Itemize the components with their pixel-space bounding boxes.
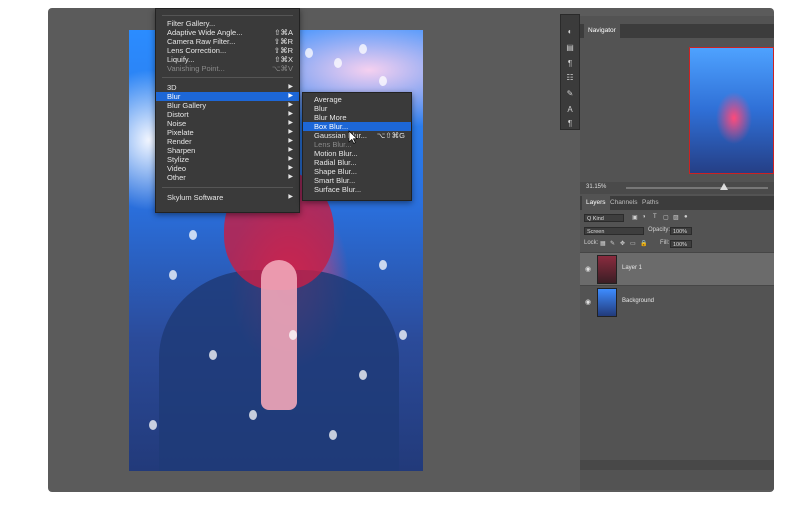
menu-item-video[interactable]: Video ▶ — [156, 164, 299, 173]
opacity-label: Opacity: — [648, 227, 671, 233]
submenu-arrow-icon: ▶ — [288, 156, 293, 162]
paragraph-settings-icon[interactable]: ¶ — [565, 119, 575, 128]
submenu-arrow-icon: ▶ — [288, 129, 293, 135]
lock-brush-icon[interactable]: ✎ — [610, 240, 615, 247]
submenu-arrow-icon: ▶ — [288, 147, 293, 153]
lock-move-icon[interactable]: ✥ — [620, 240, 625, 247]
filter-shape-icon[interactable]: ▢ — [663, 214, 669, 221]
brush-settings-icon[interactable]: ✎ — [565, 89, 575, 98]
submenu-arrow-icon: ▶ — [288, 120, 293, 126]
menu-item-render[interactable]: Render ▶ — [156, 137, 299, 146]
submenu-arrow-icon: ▶ — [288, 111, 293, 117]
menu-item-lens-correction[interactable]: Lens Correction... ⇧⌘R — [156, 46, 299, 55]
menu-item-liquify[interactable]: Liquify... ⇧⌘X — [156, 55, 299, 64]
tab-paths[interactable]: Paths — [638, 196, 663, 210]
menu-item-other[interactable]: Other ▶ — [156, 173, 299, 182]
menu-item-distort[interactable]: Distort ▶ — [156, 110, 299, 119]
paragraph-icon[interactable]: ¶ — [565, 59, 575, 68]
submenu-arrow-icon: ▶ — [288, 93, 293, 99]
menu-item-surface-blur[interactable]: Surface Blur... — [303, 185, 411, 194]
filter-menu: Filter Gallery... Adaptive Wide Angle...… — [155, 8, 300, 213]
tool-strip: ◐ ▤ ¶ ☷ ✎ A ¶ — [560, 14, 580, 130]
tab-channels[interactable]: Channels — [606, 196, 641, 210]
zoom-slider-thumb[interactable] — [720, 183, 728, 190]
layers-tabbar: Layers Channels Paths — [580, 196, 774, 210]
menu-item-sharpen[interactable]: Sharpen ▶ — [156, 146, 299, 155]
filter-smart-object-icon[interactable]: ▨ — [673, 214, 679, 221]
layer-name: Background — [622, 298, 655, 304]
mouse-cursor-icon — [348, 130, 358, 144]
submenu-arrow-icon: ▶ — [288, 194, 293, 200]
menu-item-stylize[interactable]: Stylize ▶ — [156, 155, 299, 164]
menu-item-blur[interactable]: Blur ▶ — [156, 92, 299, 101]
menu-item-adaptive-wide-angle[interactable]: Adaptive Wide Angle... ⇧⌘A — [156, 28, 299, 37]
lock-row: Lock: ▦ ✎ ✥ ▭ 🔒 Fill: 100% — [580, 238, 774, 250]
blend-mode-select[interactable]: Screen — [584, 227, 644, 235]
filter-toggle-icon[interactable]: ● — [684, 214, 688, 220]
submenu-arrow-icon: ▶ — [288, 138, 293, 144]
layer-thumbnail — [597, 255, 617, 284]
layer-filter-row: Q Kind ▣ ◑ T ▢ ▨ ● — [580, 212, 774, 224]
menu-item-blur-plain[interactable]: Blur — [303, 104, 411, 113]
visibility-eye-icon[interactable]: ◉ — [585, 265, 591, 273]
lock-artboard-icon[interactable]: ▭ — [630, 240, 636, 247]
lock-all-icon[interactable]: 🔒 — [640, 240, 647, 247]
blend-row: Screen Opacity: 100% — [580, 225, 774, 237]
brush-tool-icon[interactable]: ◐ — [565, 27, 575, 36]
menu-item-filter-gallery[interactable]: Filter Gallery... — [156, 19, 299, 28]
navigator-zoom-row: 31.15% — [580, 182, 774, 194]
menu-item-skylum-software[interactable]: Skylum Software ▶ — [156, 193, 299, 202]
layer-row[interactable]: ◉ Background — [580, 285, 774, 318]
layer-name: Layer 1 — [622, 265, 643, 271]
menu-item-smart-blur[interactable]: Smart Blur... — [303, 176, 411, 185]
navigator-thumbnail[interactable] — [689, 47, 774, 174]
menu-item-noise[interactable]: Noise ▶ — [156, 119, 299, 128]
blur-submenu: Average Blur Blur More Box Blur... Gauss… — [302, 92, 412, 201]
filter-pixel-icon[interactable]: ▣ — [632, 214, 638, 221]
lock-transparency-icon[interactable]: ▦ — [600, 240, 606, 247]
fill-input[interactable]: 100% — [670, 240, 692, 248]
navigator-tabbar: Navigator — [580, 24, 774, 38]
right-panel: Navigator 31.15% Layers Channels Paths Q… — [580, 16, 774, 490]
menu-item-blur-more[interactable]: Blur More — [303, 113, 411, 122]
menu-item-vanishing-point: Vanishing Point... ⌥⌘V — [167, 64, 293, 73]
layer-row[interactable]: ◉ Layer 1 — [580, 252, 774, 285]
zoom-value[interactable]: 31.15% — [586, 184, 606, 190]
photoshop-window: Filter Gallery... Adaptive Wide Angle...… — [48, 8, 774, 492]
visibility-eye-icon[interactable]: ◉ — [585, 298, 591, 306]
menu-item-radial-blur[interactable]: Radial Blur... — [303, 158, 411, 167]
menu-item-camera-raw-filter[interactable]: Camera Raw Filter... ⇧⌘R — [156, 37, 299, 46]
menu-item-average[interactable]: Average — [303, 95, 411, 104]
layer-kind-filter[interactable]: Q Kind — [584, 214, 624, 222]
character-icon[interactable]: A — [565, 105, 575, 114]
history-brush-icon[interactable]: ▤ — [565, 43, 575, 52]
submenu-arrow-icon: ▶ — [288, 102, 293, 108]
filter-adjustment-icon[interactable]: ◑ — [642, 214, 646, 220]
layer-thumbnail — [597, 288, 617, 317]
submenu-arrow-icon: ▶ — [288, 165, 293, 171]
menu-item-blur-gallery[interactable]: Blur Gallery ▶ — [156, 101, 299, 110]
filter-type-icon[interactable]: T — [653, 214, 657, 220]
submenu-arrow-icon: ▶ — [288, 174, 293, 180]
menu-item-pixelate[interactable]: Pixelate ▶ — [156, 128, 299, 137]
zoom-slider[interactable] — [626, 187, 768, 189]
lock-label: Lock: — [584, 240, 599, 246]
adjustments-icon[interactable]: ☷ — [565, 73, 575, 82]
opacity-input[interactable]: 100% — [670, 227, 692, 235]
menu-item-motion-blur[interactable]: Motion Blur... — [303, 149, 411, 158]
layers-panel-footer — [580, 460, 774, 470]
menu-item-shape-blur[interactable]: Shape Blur... — [303, 167, 411, 176]
submenu-arrow-icon: ▶ — [288, 84, 293, 90]
fill-label: Fill: — [660, 240, 670, 246]
tab-navigator[interactable]: Navigator — [584, 24, 620, 38]
menu-item-3d[interactable]: 3D ▶ — [156, 83, 299, 92]
